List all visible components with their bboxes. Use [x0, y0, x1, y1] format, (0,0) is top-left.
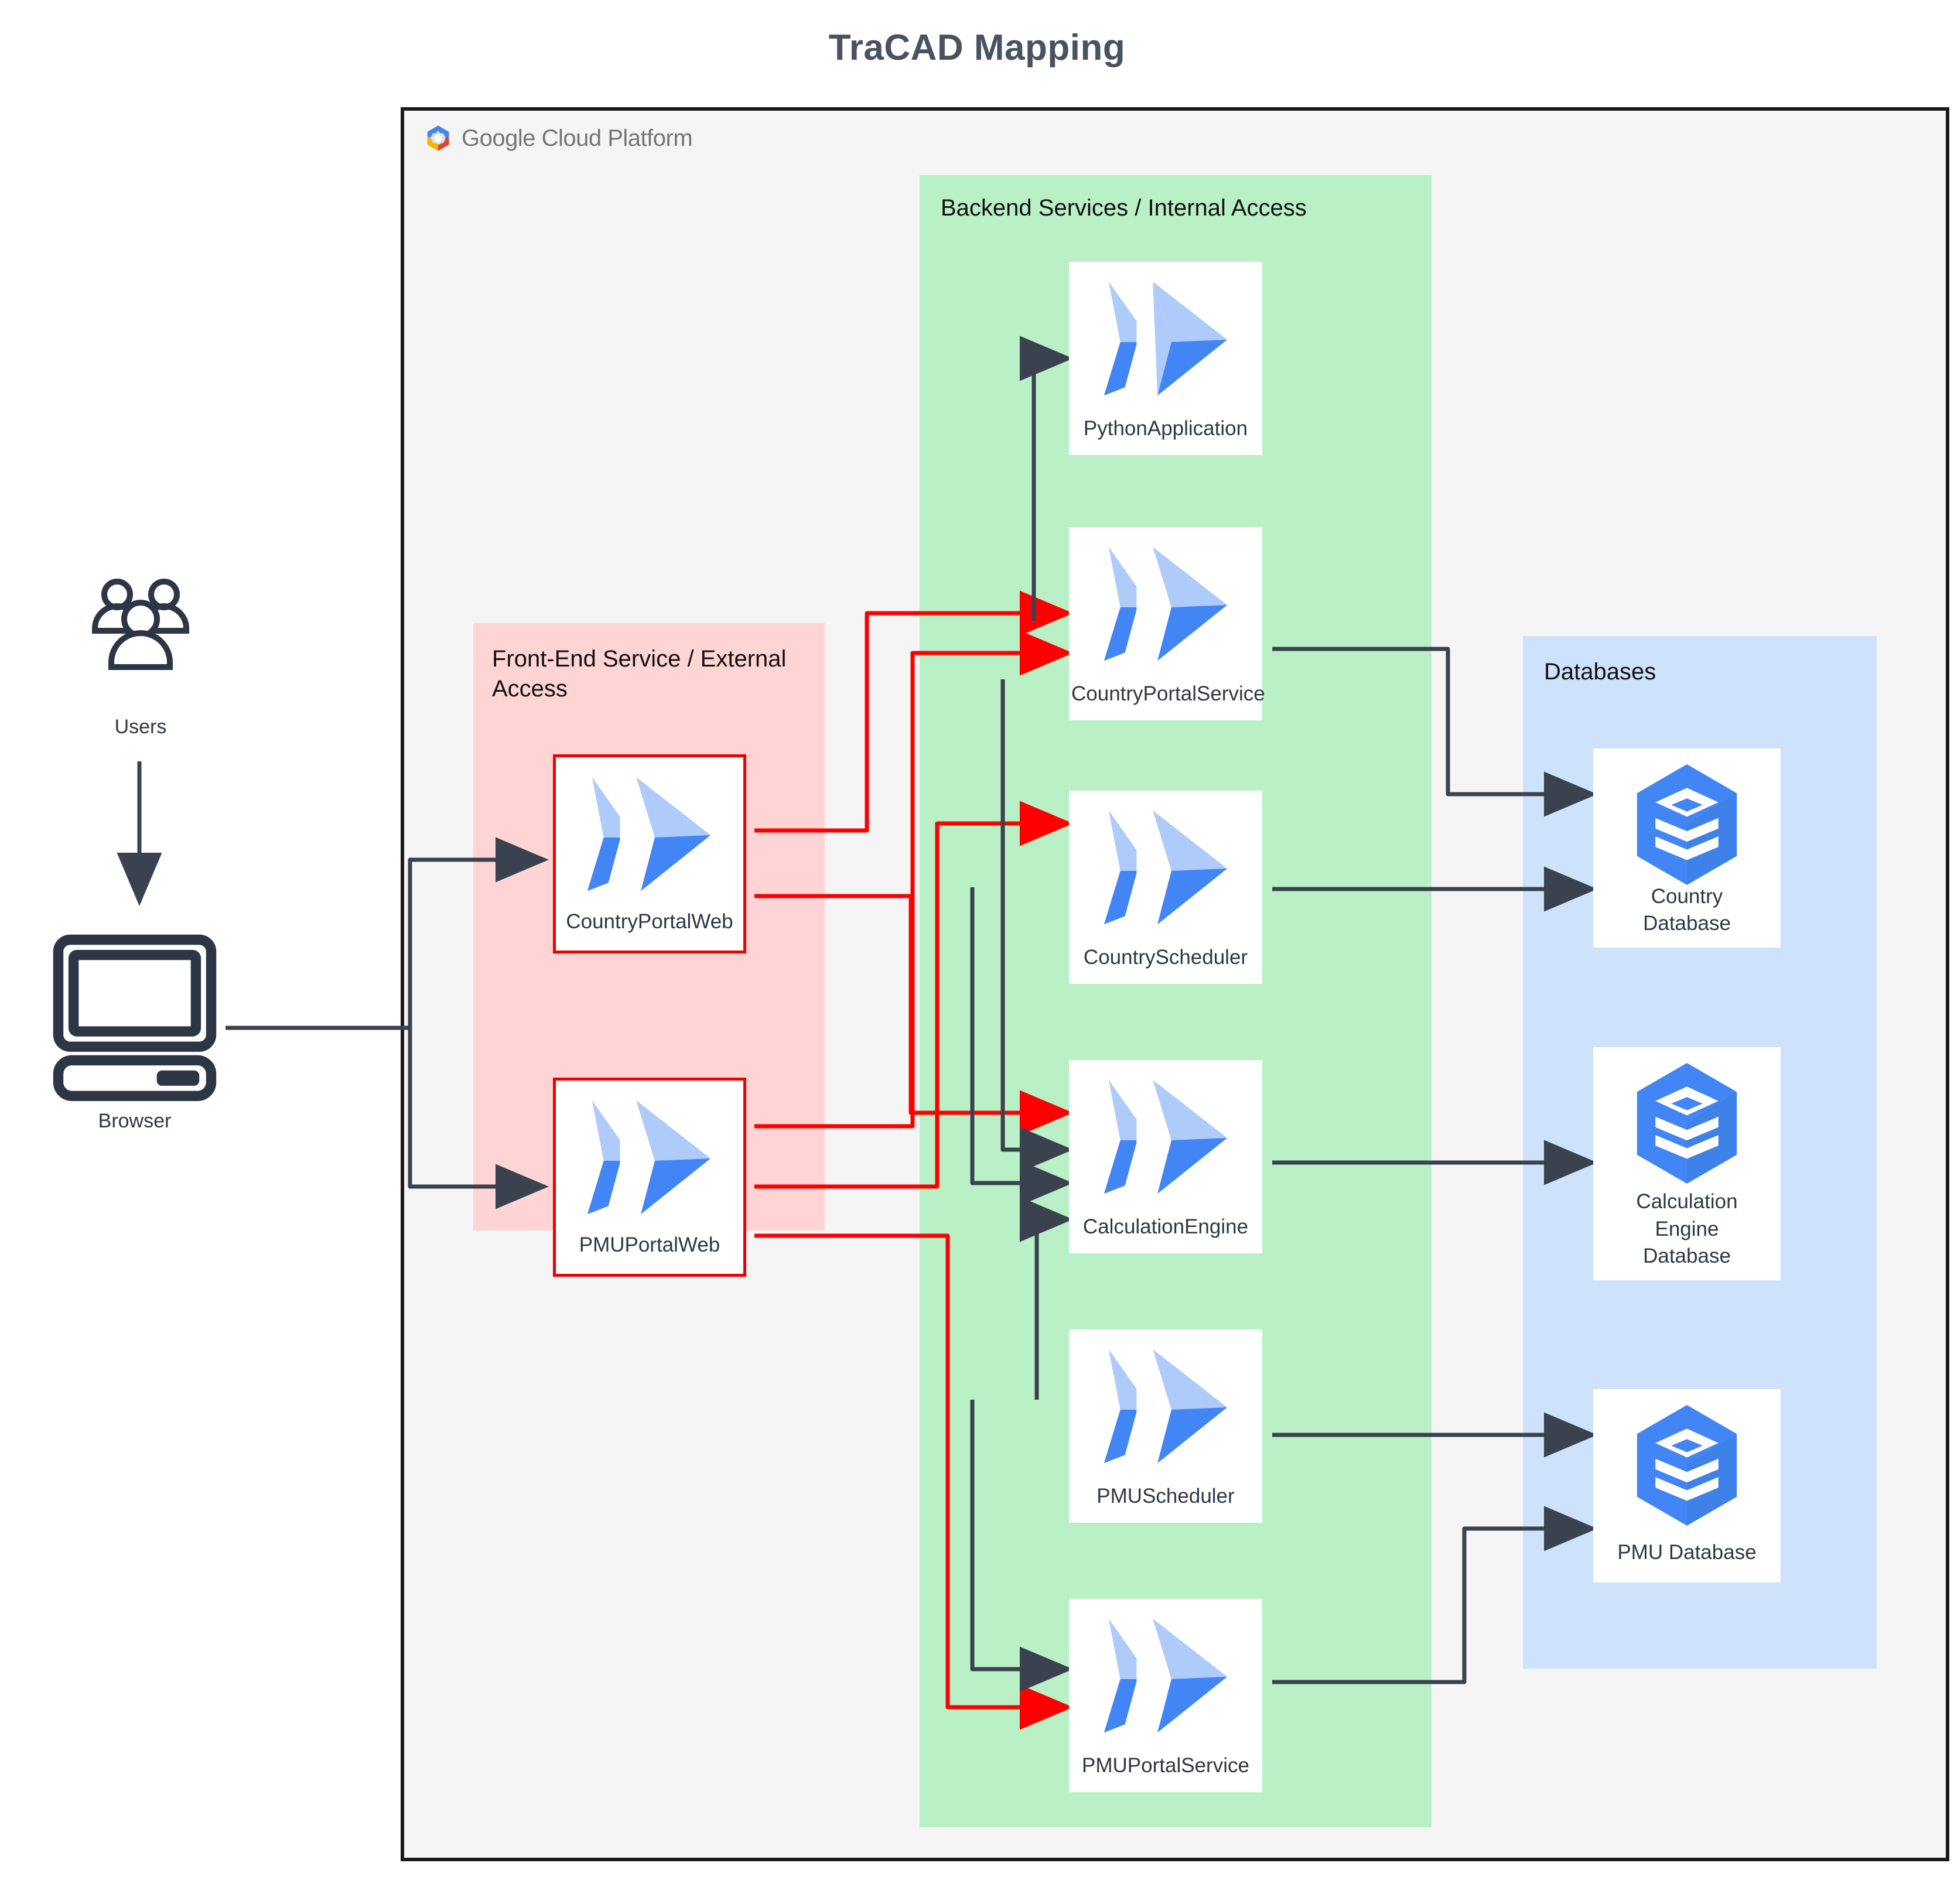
gcp-logo-cloud-platform: Cloud Platform — [541, 125, 693, 151]
node-pmu-portal-web[interactable]: PMUPortalWeb — [553, 1078, 746, 1277]
node-calculation-engine-database-label: Calculation Engine Database — [1593, 1188, 1781, 1270]
node-python-application[interactable]: PythonApplication — [1069, 262, 1262, 455]
database-icon — [1637, 1062, 1737, 1184]
cloud-run-icon — [1104, 281, 1228, 396]
zone-frontend-label: Front-End Service / External Access — [492, 646, 787, 702]
node-country-portal-web[interactable]: CountryPortalWeb — [553, 754, 746, 953]
browser-label: Browser — [98, 1110, 172, 1132]
users-icon — [82, 577, 199, 688]
gcp-hexagon-icon — [427, 125, 449, 151]
node-pmu-portal-service[interactable]: PMUPortalService — [1069, 1599, 1262, 1792]
cloud-run-icon — [1104, 1079, 1228, 1194]
node-pmu-portal-web-label: PMUPortalWeb — [579, 1233, 720, 1256]
node-calculation-engine-database[interactable]: Calculation Engine Database — [1593, 1047, 1781, 1280]
node-country-database-label: Country Database — [1593, 883, 1781, 937]
calculation-engine-database-label-line2: Engine — [1655, 1217, 1719, 1240]
cloud-run-icon — [587, 1100, 711, 1215]
node-pmu-database-label: PMU Database — [1617, 1540, 1757, 1564]
database-icon — [1637, 1404, 1737, 1526]
country-database-label-line1: Country — [1651, 884, 1723, 908]
zone-databases-label: Databases — [1544, 659, 1656, 685]
google-cloud-platform-logo: Google Cloud Platform — [423, 122, 693, 155]
cloud-run-icon — [1104, 546, 1228, 661]
node-python-application-label: PythonApplication — [1083, 416, 1248, 440]
calculation-engine-database-label-line1: Calculation — [1636, 1190, 1738, 1213]
users-label: Users — [114, 716, 167, 738]
node-country-portal-service[interactable]: CountryPortalService — [1069, 527, 1265, 720]
cloud-run-icon — [1104, 810, 1228, 925]
calculation-engine-database-label-line3: Database — [1643, 1244, 1731, 1267]
cloud-run-icon — [587, 777, 711, 891]
gcp-logo-google: Google — [462, 125, 535, 151]
desktop-computer-icon — [50, 931, 220, 1101]
country-database-label-line2: Database — [1643, 911, 1731, 935]
database-icon — [1637, 764, 1737, 886]
gcp-logo-text: Google Cloud Platform — [462, 125, 693, 152]
node-country-scheduler[interactable]: CountryScheduler — [1069, 791, 1262, 984]
node-country-portal-service-label: CountryPortalService — [1071, 682, 1265, 705]
page-title: TraCAD Mapping — [828, 28, 1126, 68]
node-pmu-database[interactable]: PMU Database — [1593, 1389, 1781, 1582]
cloud-run-icon — [1104, 1618, 1228, 1733]
node-calculation-engine-label: CalculationEngine — [1082, 1215, 1249, 1238]
node-calculation-engine[interactable]: CalculationEngine — [1069, 1060, 1262, 1253]
node-pmu-scheduler-label: PMUScheduler — [1096, 1484, 1235, 1508]
diagram-canvas: TraCAD Mapping Google Cloud Platform Bac… — [0, 0, 1954, 1904]
node-country-scheduler-label: CountryScheduler — [1083, 945, 1248, 969]
node-pmu-scheduler[interactable]: PMUScheduler — [1069, 1329, 1262, 1523]
cloud-run-icon — [1104, 1349, 1228, 1464]
zone-backend-label: Backend Services / Internal Access — [941, 195, 1307, 221]
node-pmu-portal-service-label: PMUPortalService — [1082, 1753, 1249, 1777]
node-country-database[interactable]: Country Database — [1593, 748, 1781, 948]
node-country-portal-web-label: CountryPortalWeb — [566, 910, 733, 933]
